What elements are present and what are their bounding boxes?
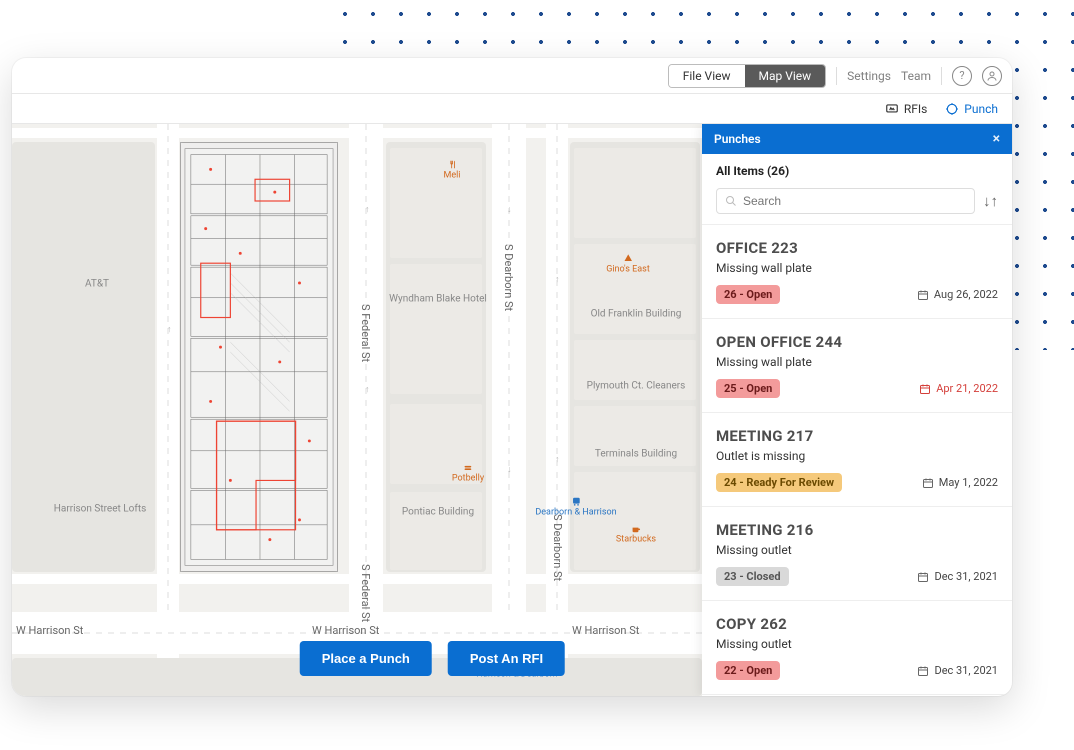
street-harrison-1: W Harrison St [16,624,83,637]
punch-tab[interactable]: Punch [945,102,998,116]
map-view-tab[interactable]: Map View [745,65,826,87]
calendar-icon [917,289,929,301]
punch-date: Dec 31, 2021 [917,664,998,677]
street-federal: S Federal St [359,304,372,362]
status-badge: 24 - Ready For Review [716,473,842,492]
view-toggle: File View Map View [668,64,826,88]
map-label-wyndham: Wyndham Blake Hotel [389,294,487,305]
punch-item[interactable]: OPEN OFFICE 244 Missing wall plate 25 - … [702,319,1012,413]
punch-title: OPEN OFFICE 244 [716,333,998,351]
settings-link[interactable]: Settings [847,69,891,83]
punch-desc: Missing wall plate [716,355,998,369]
poi-starbucks: Starbucks [616,524,656,545]
poi-ginos: Gino's East [606,254,650,275]
separator [836,67,837,85]
separator [941,67,942,85]
search-icon [725,195,737,207]
calendar-icon [922,477,934,489]
punch-title: OFFICE 223 [716,239,998,257]
map-actions: Place a Punch Post An RFI [300,641,565,676]
status-badge: 23 - Closed [716,567,789,586]
status-badge: 26 - Open [716,285,780,304]
user-icon[interactable] [982,66,1002,86]
map-label-plymouth: Plymouth Ct. Cleaners [587,381,686,392]
rfis-label: RFIs [904,102,927,116]
app-window: File View Map View Settings Team ? RFIs … [12,58,1012,696]
top-toolbar: File View Map View Settings Team ? [12,58,1012,94]
map-label-att: AT&T [85,279,109,290]
map-canvas[interactable]: ↑ ↑ ↓ ↓ ↑ ↑ ↑ [12,124,1012,696]
punch-desc: Missing outlet [716,637,998,651]
poi-potbelly: Potbelly [452,463,484,484]
punch-item[interactable]: OFFICE 240 [702,695,1012,696]
punch-desc: Outlet is missing [716,449,998,463]
street-dearborn2: S Dearborn St [551,514,564,581]
status-badge: 25 - Open [716,379,780,398]
punch-title: MEETING 217 [716,427,998,445]
map-label-franklin: Old Franklin Building [591,309,682,320]
post-rfi-button[interactable]: Post An RFI [448,641,565,676]
close-icon[interactable]: × [993,131,1000,147]
calendar-icon [919,383,931,395]
search-box[interactable] [716,188,975,214]
transit-dearborn-harrison: Dearborn & Harrison [535,497,616,518]
punch-item[interactable]: OFFICE 223 Missing wall plate 26 - Open … [702,225,1012,319]
panel-search-row: ↓↑ [702,184,1012,225]
punch-label: Punch [964,102,998,116]
calendar-icon [917,665,929,677]
punch-title: COPY 262 [716,615,998,633]
floorplan-overlay[interactable] [180,142,338,572]
panel-header: Punches × [702,124,1012,154]
punch-list[interactable]: OFFICE 223 Missing wall plate 26 - Open … [702,225,1012,696]
poi-meli: Meli [443,160,460,181]
secondary-toolbar: RFIs Punch [12,94,1012,124]
file-view-tab[interactable]: File View [669,65,745,87]
street-harrison-2: W Harrison St [312,624,379,637]
punch-date: Aug 26, 2022 [917,288,998,301]
punch-date: Apr 21, 2022 [919,382,998,395]
punch-date: May 1, 2022 [922,476,998,489]
punch-date: Dec 31, 2021 [917,570,998,583]
punch-item[interactable]: MEETING 217 Outlet is missing 24 - Ready… [702,413,1012,507]
help-icon[interactable]: ? [952,66,972,86]
punch-item[interactable]: COPY 262 Missing outlet 22 - Open Dec 31… [702,601,1012,695]
map-label-lofts: Harrison Street Lofts [54,504,147,515]
status-badge: 22 - Open [716,661,780,680]
punches-panel: Punches × All Items (26) ↓↑ OFFICE 223 M… [702,124,1012,696]
punch-desc: Missing outlet [716,543,998,557]
map-label-pontiac: Pontiac Building [402,507,474,518]
punch-item[interactable]: MEETING 216 Missing outlet 23 - Closed D… [702,507,1012,601]
map-label-terminals: Terminals Building [595,449,677,460]
place-punch-button[interactable]: Place a Punch [300,641,432,676]
street-harrison-3: W Harrison St [572,624,639,637]
panel-title: Punches [714,132,761,146]
sort-icon[interactable]: ↓↑ [983,192,998,210]
all-items-label: All Items (26) [702,154,1012,184]
punch-title: MEETING 216 [716,521,998,539]
street-federal2: S Federal St [359,564,372,622]
street-dearborn: S Dearborn St [502,244,515,311]
search-input[interactable] [743,194,966,208]
calendar-icon [917,571,929,583]
rfis-tab[interactable]: RFIs [885,102,927,116]
punch-desc: Missing wall plate [716,261,998,275]
team-link[interactable]: Team [901,69,931,83]
